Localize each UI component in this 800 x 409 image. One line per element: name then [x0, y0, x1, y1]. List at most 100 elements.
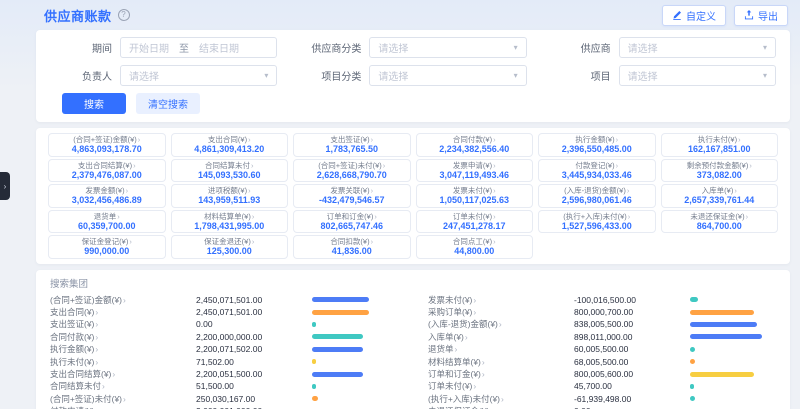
account-row[interactable]: (合同+签证)未付(¥)›250,030,167.00 [50, 393, 398, 405]
account-row-value: 2,200,051,500.00 [196, 369, 312, 379]
bar-fill [690, 322, 757, 327]
account-row[interactable]: 合同结算未付›51,500.00 [50, 380, 398, 392]
account-row-value: 898,011,000.00 [574, 332, 690, 342]
period-daterange-input[interactable]: 开始日期至结束日期 [120, 37, 277, 58]
metric-tile[interactable]: 支出签证(¥)›1,783,765.50 [293, 133, 411, 157]
metric-tile[interactable]: 材料结算单(¥)›1,798,431,995.00 [171, 210, 289, 234]
metric-tile[interactable]: 剩余预付款金额(¥)›373,082.00 [661, 159, 779, 183]
metric-tile[interactable]: 执行金额(¥)›2,396,550,485.00 [538, 133, 656, 157]
account-row-label: 入库单(¥)› [428, 331, 574, 343]
account-row-value: 45,700.00 [574, 381, 690, 391]
metric-tile[interactable]: 未退还保证金(¥)›864,700.00 [661, 210, 779, 234]
metric-tile[interactable]: 执行未付(¥)›162,167,851.00 [661, 133, 779, 157]
account-row-value: -61,939,498.00 [574, 394, 690, 404]
metric-tile[interactable]: 退货单›60,359,700.00 [48, 210, 166, 234]
account-row[interactable]: 支出合同(¥)›2,450,071,501.00 [50, 306, 398, 318]
metric-tile[interactable]: 入库单(¥)›2,657,339,761.44 [661, 184, 779, 208]
account-row[interactable]: 支出合同结算(¥)›2,200,051,500.00 [50, 368, 398, 380]
account-row-label: 订单和订金(¥)› [428, 368, 574, 380]
account-row[interactable]: 合同付款(¥)›2,200,000,000.00 [50, 331, 398, 343]
metric-label: 支出合同结算(¥)› [52, 161, 162, 170]
supplier-category-select[interactable]: 请选择▾ [369, 37, 526, 58]
metric-tile[interactable]: (入库-退货)金额(¥)›2,596,980,061.46 [538, 184, 656, 208]
metric-tile[interactable]: 发票未付(¥)›1,050,117,025.63 [416, 184, 534, 208]
account-row[interactable]: 材料结算单(¥)›68,005,500.00 [428, 355, 776, 367]
export-button[interactable]: 导出 [734, 5, 788, 26]
project-select[interactable]: 请选择▾ [619, 65, 776, 86]
metric-tile[interactable]: 发票金额(¥)›3,032,456,486.89 [48, 184, 166, 208]
bar-fill [690, 334, 762, 339]
metric-tile[interactable]: 保证金登记(¥)›990,000.00 [48, 235, 166, 259]
account-row[interactable]: 未退还保证金(¥)›0.00 [428, 405, 776, 409]
metric-tile[interactable]: 发票申请(¥)›3,047,119,493.46 [416, 159, 534, 183]
customize-button[interactable]: 自定义 [662, 5, 726, 26]
metric-value: 2,657,339,761.44 [665, 195, 775, 206]
account-row-value: 51,500.00 [196, 381, 312, 391]
metric-tile[interactable]: (合同+签证)金额(¥)›4,863,093,178.70 [48, 133, 166, 157]
account-row[interactable]: (入库-退货)金额(¥)›838,005,500.00 [428, 318, 776, 330]
account-row[interactable]: (合同+签证)金额(¥)›2,450,071,501.00 [50, 294, 398, 306]
account-row[interactable]: 采购订单(¥)›800,000,700.00 [428, 306, 776, 318]
metric-value: 990,000.00 [52, 246, 162, 257]
account-row[interactable]: 退货单›60,005,500.00 [428, 343, 776, 355]
metric-tile[interactable]: 付款登记(¥)›3,445,934,033.46 [538, 159, 656, 183]
owner-select[interactable]: 请选择▾ [120, 65, 277, 86]
metrics-summary-panel: (合同+签证)金额(¥)›4,863,093,178.70支出合同(¥)›4,8… [36, 128, 790, 264]
metric-tile[interactable]: (合同+签证)未付(¥)›2,628,668,790.70 [293, 159, 411, 183]
account-row-bar [690, 322, 776, 327]
chevron-right-icon: › [248, 135, 251, 144]
account-row[interactable]: (执行+入库)未付(¥)›-61,939,498.00 [428, 393, 776, 405]
metric-tile[interactable]: 合同扣款(¥)›41,836.00 [293, 235, 411, 259]
metric-label: 进项税额(¥)› [175, 186, 285, 195]
metric-tile[interactable]: 合同结算未付›145,093,530.60 [171, 159, 289, 183]
chevron-right-icon: › [123, 295, 126, 305]
metric-value: 3,047,119,493.46 [420, 170, 530, 181]
bar-fill [690, 384, 694, 389]
metric-label: 未退还保证金(¥)› [665, 212, 775, 221]
chevron-right-icon: › [95, 344, 98, 354]
project-category-select[interactable]: 请选择▾ [369, 65, 526, 86]
account-row[interactable]: 执行未付(¥)›71,502.00 [50, 355, 398, 367]
clear-search-button[interactable]: 清空搜索 [136, 93, 200, 114]
metric-label: 执行金额(¥)› [542, 135, 652, 144]
help-icon[interactable]: ? [118, 9, 130, 21]
metric-value: 60,359,700.00 [52, 221, 162, 232]
metric-tile[interactable]: 发票关联(¥)›-432,479,546.57 [293, 184, 411, 208]
metric-tile[interactable]: 保证金退还(¥)›125,300.00 [171, 235, 289, 259]
account-row-label: (入库-退货)金额(¥)› [428, 318, 574, 330]
metric-label: 保证金退还(¥)› [175, 237, 285, 246]
account-row-bar [690, 359, 776, 364]
metric-tile[interactable]: 订单未付(¥)›247,451,278.17 [416, 210, 534, 234]
account-row-value: 68,005,500.00 [574, 357, 690, 367]
account-row-value: 2,450,071,501.00 [196, 307, 312, 317]
account-row-bar [312, 310, 398, 315]
account-row-label: 合同结算未付› [50, 380, 196, 392]
metric-tile[interactable]: 支出合同(¥)›4,861,309,413.20 [171, 133, 289, 157]
account-row[interactable]: 执行金额(¥)›2,200,071,502.00 [50, 343, 398, 355]
metric-tile[interactable]: 支出合同结算(¥)›2,379,476,087.00 [48, 159, 166, 183]
account-row[interactable]: 入库单(¥)›898,011,000.00 [428, 331, 776, 343]
account-row[interactable]: 支出签证(¥)›0.00 [50, 318, 398, 330]
supplier-select[interactable]: 请选择▾ [619, 37, 776, 58]
account-row-bar [690, 297, 776, 302]
metric-label: 剩余预付款金额(¥)› [665, 161, 775, 170]
metric-value: 125,300.00 [175, 246, 285, 257]
metric-label: 支出签证(¥)› [297, 135, 407, 144]
metric-tile[interactable]: 合同点工(¥)›44,800.00 [416, 235, 534, 259]
metric-tile[interactable]: 进项税额(¥)›143,959,511.93 [171, 184, 289, 208]
metric-tile[interactable]: 订单和订金(¥)›802,665,747.46 [293, 210, 411, 234]
filter-field-period: 期间开始日期至结束日期 [50, 37, 277, 58]
sidebar-collapse-handle[interactable]: › [0, 172, 10, 200]
account-row[interactable]: 订单未付(¥)›45,700.00 [428, 380, 776, 392]
metric-tile[interactable]: 合同付款(¥)›2,234,382,556.40 [416, 133, 534, 157]
account-row[interactable]: 付款申请(¥)›3,000,001,000.00 [50, 405, 398, 409]
bar-fill [690, 359, 695, 364]
metric-value: 4,861,309,413.20 [175, 144, 285, 155]
account-row-bar [690, 372, 776, 377]
account-row[interactable]: 订单和订金(¥)›800,005,600.00 [428, 368, 776, 380]
page-title: 供应商账款 [44, 6, 112, 25]
metric-value: 2,234,382,556.40 [420, 144, 530, 155]
search-button[interactable]: 搜索 [62, 93, 126, 114]
account-row[interactable]: 发票未付(¥)›-100,016,500.00 [428, 294, 776, 306]
metric-tile[interactable]: (执行+入库)未付(¥)›1,527,596,433.00 [538, 210, 656, 234]
